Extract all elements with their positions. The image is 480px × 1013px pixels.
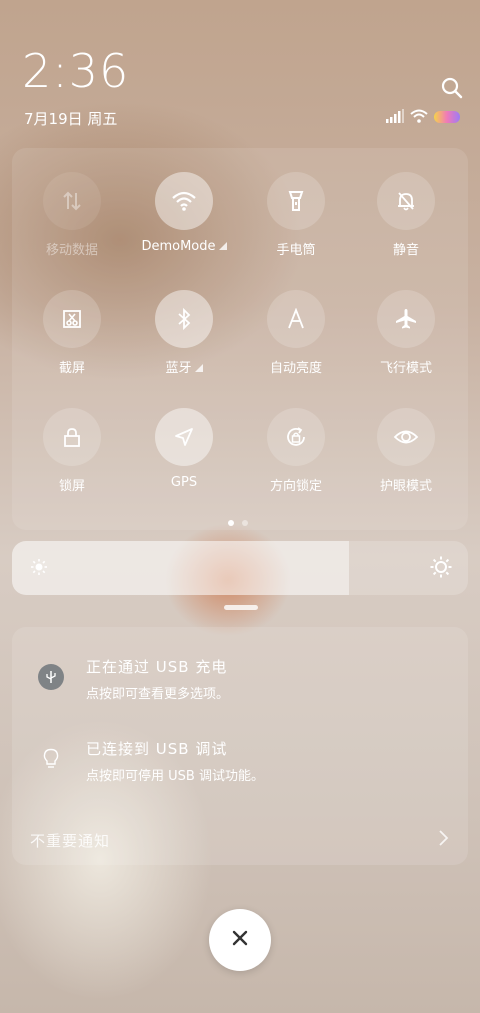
sun-small-icon [30, 558, 48, 580]
notification-body: 点按即可查看更多选项。 [86, 687, 230, 702]
tile-bluetooth[interactable]: 蓝牙 [128, 290, 240, 390]
tile-auto-brightness[interactable]: 自动亮度 [240, 290, 352, 390]
tile-mobile-data[interactable]: 移动数据 [16, 172, 128, 272]
tile-label: 截屏 [58, 361, 85, 376]
notification-title: 正在通过 USB 充电 [86, 658, 228, 676]
notification-title: 已连接到 USB 调试 [86, 740, 228, 758]
wifi-icon [410, 108, 428, 127]
screenshot-icon [43, 290, 101, 348]
lock-icon [43, 408, 101, 466]
notification-text[interactable]: 已连接到 USB 调试 点按即可停用 USB 调试功能。 [86, 738, 264, 784]
chevron-right-icon[interactable] [437, 828, 449, 852]
tile-label: 方向锁定 [269, 479, 322, 494]
notification-text[interactable]: 正在通过 USB 充电 点按即可查看更多选项。 [86, 656, 229, 702]
brightness-slider[interactable] [12, 541, 468, 595]
sun-large-icon [430, 556, 452, 582]
search-icon[interactable] [440, 76, 464, 100]
tile-flashlight[interactable]: 手电筒 [240, 172, 352, 272]
tile-label: 飞行模式 [379, 361, 432, 376]
tile-rotation-lock[interactable]: 方向锁定 [240, 408, 352, 508]
mobile-data-icon [43, 172, 101, 230]
signal-icon [386, 108, 404, 127]
tile-label: 移动数据 [45, 243, 98, 258]
tile-mute[interactable]: 静音 [350, 172, 462, 272]
gps-icon [155, 408, 213, 466]
brightness-fill [12, 541, 349, 595]
tile-label: GPS [170, 475, 198, 490]
tile-airplane[interactable]: 飞行模式 [350, 290, 462, 390]
tile-wifi[interactable]: DemoMode [128, 172, 240, 272]
page-dot[interactable] [242, 520, 248, 526]
tile-label: 锁屏 [58, 479, 85, 494]
date[interactable]: 7月19日 周五 [24, 108, 117, 129]
bell-off-icon [377, 172, 435, 230]
notification-item[interactable] [38, 664, 64, 690]
wifi-icon [155, 172, 213, 230]
auto-brightness-icon [267, 290, 325, 348]
page-indicator [228, 520, 248, 526]
notification-item[interactable] [38, 746, 64, 772]
airplane-icon [377, 290, 435, 348]
status-icons [386, 108, 466, 126]
bluetooth-icon [155, 290, 213, 348]
rotation-lock-icon [267, 408, 325, 466]
bulb-icon [38, 746, 64, 772]
tile-eye-care[interactable]: 护眼模式 [350, 408, 462, 508]
tile-screenshot[interactable]: 截屏 [16, 290, 128, 390]
eye-icon [377, 408, 435, 466]
flashlight-icon [267, 172, 325, 230]
tile-label: 手电筒 [276, 243, 316, 258]
tile-label: 自动亮度 [269, 361, 322, 376]
drag-handle[interactable] [224, 605, 258, 610]
clock[interactable]: 2:36 [22, 48, 129, 94]
tile-gps[interactable]: GPS [128, 408, 240, 508]
tile-lock-screen[interactable]: 锁屏 [16, 408, 128, 508]
close-icon [231, 929, 249, 951]
close-button[interactable] [209, 909, 271, 971]
notification-body: 点按即可停用 USB 调试功能。 [86, 769, 264, 784]
battery-icon [434, 108, 460, 127]
tile-label: 护眼模式 [379, 479, 432, 494]
unimportant-notifications-link[interactable]: 不重要通知 [30, 830, 110, 851]
tile-label: DemoMode [141, 239, 216, 254]
menu-triangle-icon [218, 242, 227, 250]
page-dot-active[interactable] [228, 520, 234, 526]
usb-icon [38, 664, 64, 690]
tile-label: 蓝牙 [165, 361, 192, 376]
tile-label: 静音 [392, 243, 419, 258]
menu-triangle-icon [194, 364, 203, 372]
